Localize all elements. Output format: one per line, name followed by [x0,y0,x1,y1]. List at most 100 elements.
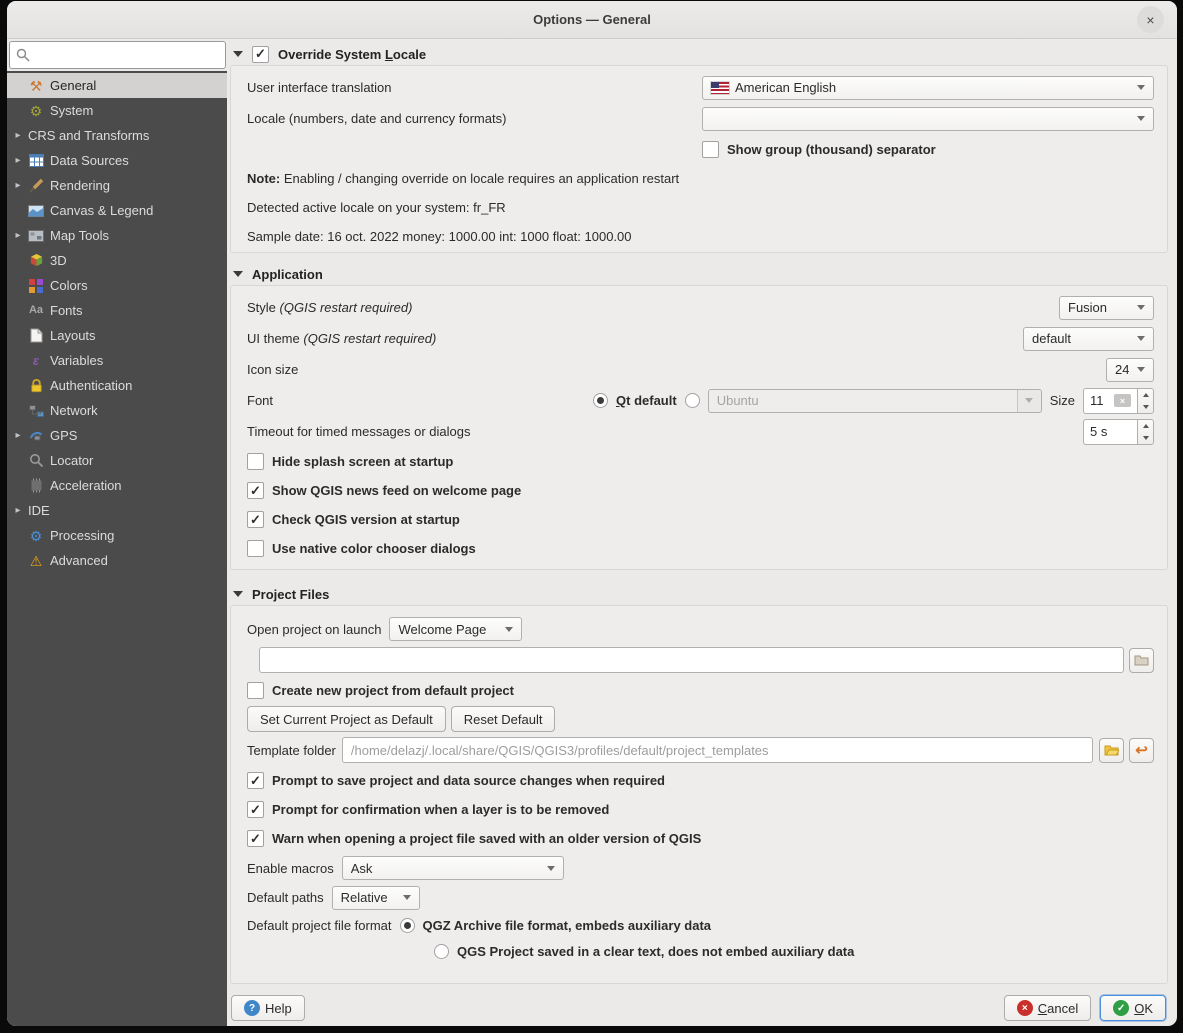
sidebar-item-3d[interactable]: 3D [7,248,227,273]
warn-older-version-checkbox[interactable] [247,830,264,847]
sidebar-item-rendering[interactable]: ▸ Rendering [7,173,227,198]
rendering-icon [25,178,47,193]
browse-project-button[interactable] [1129,647,1154,673]
processing-gear-icon: ⚙ [29,527,43,544]
locale-format-label: Locale (numbers, date and currency forma… [247,111,507,126]
close-icon[interactable]: × [1137,6,1164,33]
sidebar-item-ide[interactable]: ▸ IDE [7,498,227,523]
set-current-project-default-button[interactable]: Set Current Project as Default [247,706,446,732]
sidebar-item-label: 3D [50,253,67,268]
sidebar-item-crs-and-transforms[interactable]: ▸ CRS and Transforms [7,123,227,148]
ui-theme-dropdown[interactable]: default [1023,326,1154,351]
help-button[interactable]: ? Help [231,995,305,1021]
sidebar-item-locator[interactable]: Locator [7,448,227,473]
locale-format-dropdown[interactable] [702,106,1154,131]
dialog-button-bar: ? Help × Cancel ✓ OK [230,995,1168,1021]
sidebar-item-processing[interactable]: ⚙ Processing [7,523,227,548]
prompt-save-checkbox[interactable] [247,772,264,789]
reset-template-folder-button[interactable]: ↩ [1129,737,1154,763]
native-color-checkbox[interactable] [247,540,264,557]
sidebar-item-authentication[interactable]: Authentication [7,373,227,398]
sidebar-item-label: GPS [50,428,78,443]
cancel-button[interactable]: × Cancel [1003,995,1092,1021]
qgs-format-label: QGS Project saved in a clear text, does … [457,944,855,959]
default-paths-dropdown[interactable]: Relative [331,885,420,910]
canvas-legend-icon [25,204,47,217]
custom-font-radio[interactable] [684,393,700,408]
fonts-icon: Aa [28,304,44,316]
expand-arrow-icon: ▸ [15,505,21,516]
layouts-icon [25,328,47,343]
sidebar-item-layouts[interactable]: Layouts [7,323,227,348]
locale-note-line: Note: Enabling / changing override on lo… [247,171,680,186]
check-version-checkbox[interactable] [247,511,264,528]
prompt-save-label: Prompt to save project and data source c… [272,773,665,788]
reset-default-button[interactable]: Reset Default [450,706,556,732]
create-new-project-checkbox[interactable] [247,681,264,699]
sidebar-item-label: Canvas & Legend [50,203,154,218]
sidebar-nav: ⚒ General ⚙ System ▸ CRS and Transforms … [7,71,227,1026]
chevron-down-icon [1016,389,1041,412]
sidebar-item-system[interactable]: ⚙ System [7,98,227,123]
collapse-arrow-icon[interactable] [233,51,243,57]
sidebar-item-fonts[interactable]: Aa Fonts [7,298,227,323]
colors-icon [25,278,47,293]
ui-translation-dropdown[interactable]: American English [702,75,1154,100]
authentication-lock-icon [25,378,47,393]
ok-button[interactable]: ✓ OK [1100,995,1166,1021]
sidebar-item-canvas-legend[interactable]: Canvas & Legend [7,198,227,223]
font-size-value[interactable]: 11 [1090,393,1108,408]
sidebar-item-variables[interactable]: ε Variables [7,348,227,373]
hide-splash-checkbox[interactable] [247,453,264,470]
spin-up-icon[interactable] [1138,420,1153,432]
open-project-dropdown[interactable]: Welcome Page [389,617,523,641]
sidebar-item-network[interactable]: Network [7,398,227,423]
clear-value-icon[interactable]: × [1114,394,1131,407]
template-folder-input[interactable]: /home/delazj/.local/share/QGIS/QGIS3/pro… [341,737,1093,763]
sidebar-item-gps[interactable]: ▸ GPS [7,423,227,448]
icon-size-dropdown[interactable]: 24 [1106,357,1154,382]
group-separator-checkbox[interactable] [702,140,719,158]
collapse-arrow-icon[interactable] [233,591,243,597]
sidebar-item-label: Layouts [50,328,96,343]
cancel-x-icon: × [1016,1000,1033,1016]
sidebar-item-map-tools[interactable]: ▸ Map Tools [7,223,227,248]
collapse-arrow-icon[interactable] [233,271,243,277]
enable-macros-dropdown[interactable]: Ask [341,856,564,880]
spin-up-icon[interactable] [1138,389,1153,401]
browse-template-folder-button[interactable] [1099,737,1124,763]
override-locale-title: Override System Locale [278,46,427,62]
project-files-group: Open project on launch Welcome Page Crea… [230,605,1168,984]
spin-down-icon[interactable] [1138,432,1153,444]
news-feed-checkbox[interactable] [247,482,264,499]
title-bar: Options — General × [7,1,1177,39]
sidebar-item-general[interactable]: ⚒ General [7,73,227,98]
sidebar-search-input[interactable] [9,41,226,69]
chevron-down-icon [505,626,514,632]
detected-locale-line: Detected active locale on your system: f… [247,200,506,215]
sidebar-item-label: Data Sources [50,153,129,168]
expand-arrow-icon: ▸ [15,130,21,141]
qt-default-radio[interactable] [593,393,609,408]
group-separator-label: Show group (thousand) separator [727,141,936,157]
chevron-down-icon [1137,116,1145,121]
settings-sidebar: ⚒ General ⚙ System ▸ CRS and Transforms … [7,39,227,1026]
prompt-confirm-remove-checkbox[interactable] [247,801,264,818]
font-family-dropdown[interactable]: Ubuntu [707,388,1042,413]
sidebar-item-colors[interactable]: Colors [7,273,227,298]
sidebar-item-acceleration[interactable]: Acceleration [7,473,227,498]
qgz-format-radio[interactable] [399,917,415,933]
sidebar-item-label: Authentication [50,378,133,393]
template-folder-label: Template folder [247,742,336,758]
project-files-section-header: Project Files [233,583,1168,605]
chevron-down-icon [1137,367,1145,372]
override-locale-checkbox[interactable] [252,45,269,63]
timeout-value[interactable]: 5 s [1090,424,1131,439]
sidebar-item-data-sources[interactable]: ▸ Data Sources [7,148,227,173]
qgs-format-radio[interactable] [434,944,449,959]
spin-down-icon[interactable] [1138,401,1153,413]
style-dropdown[interactable]: Fusion [1059,295,1154,320]
style-restart-note: (QGIS restart required) [279,300,413,315]
sidebar-item-advanced[interactable]: ⚠ Advanced [7,548,227,573]
launch-project-path-input[interactable] [259,647,1124,673]
